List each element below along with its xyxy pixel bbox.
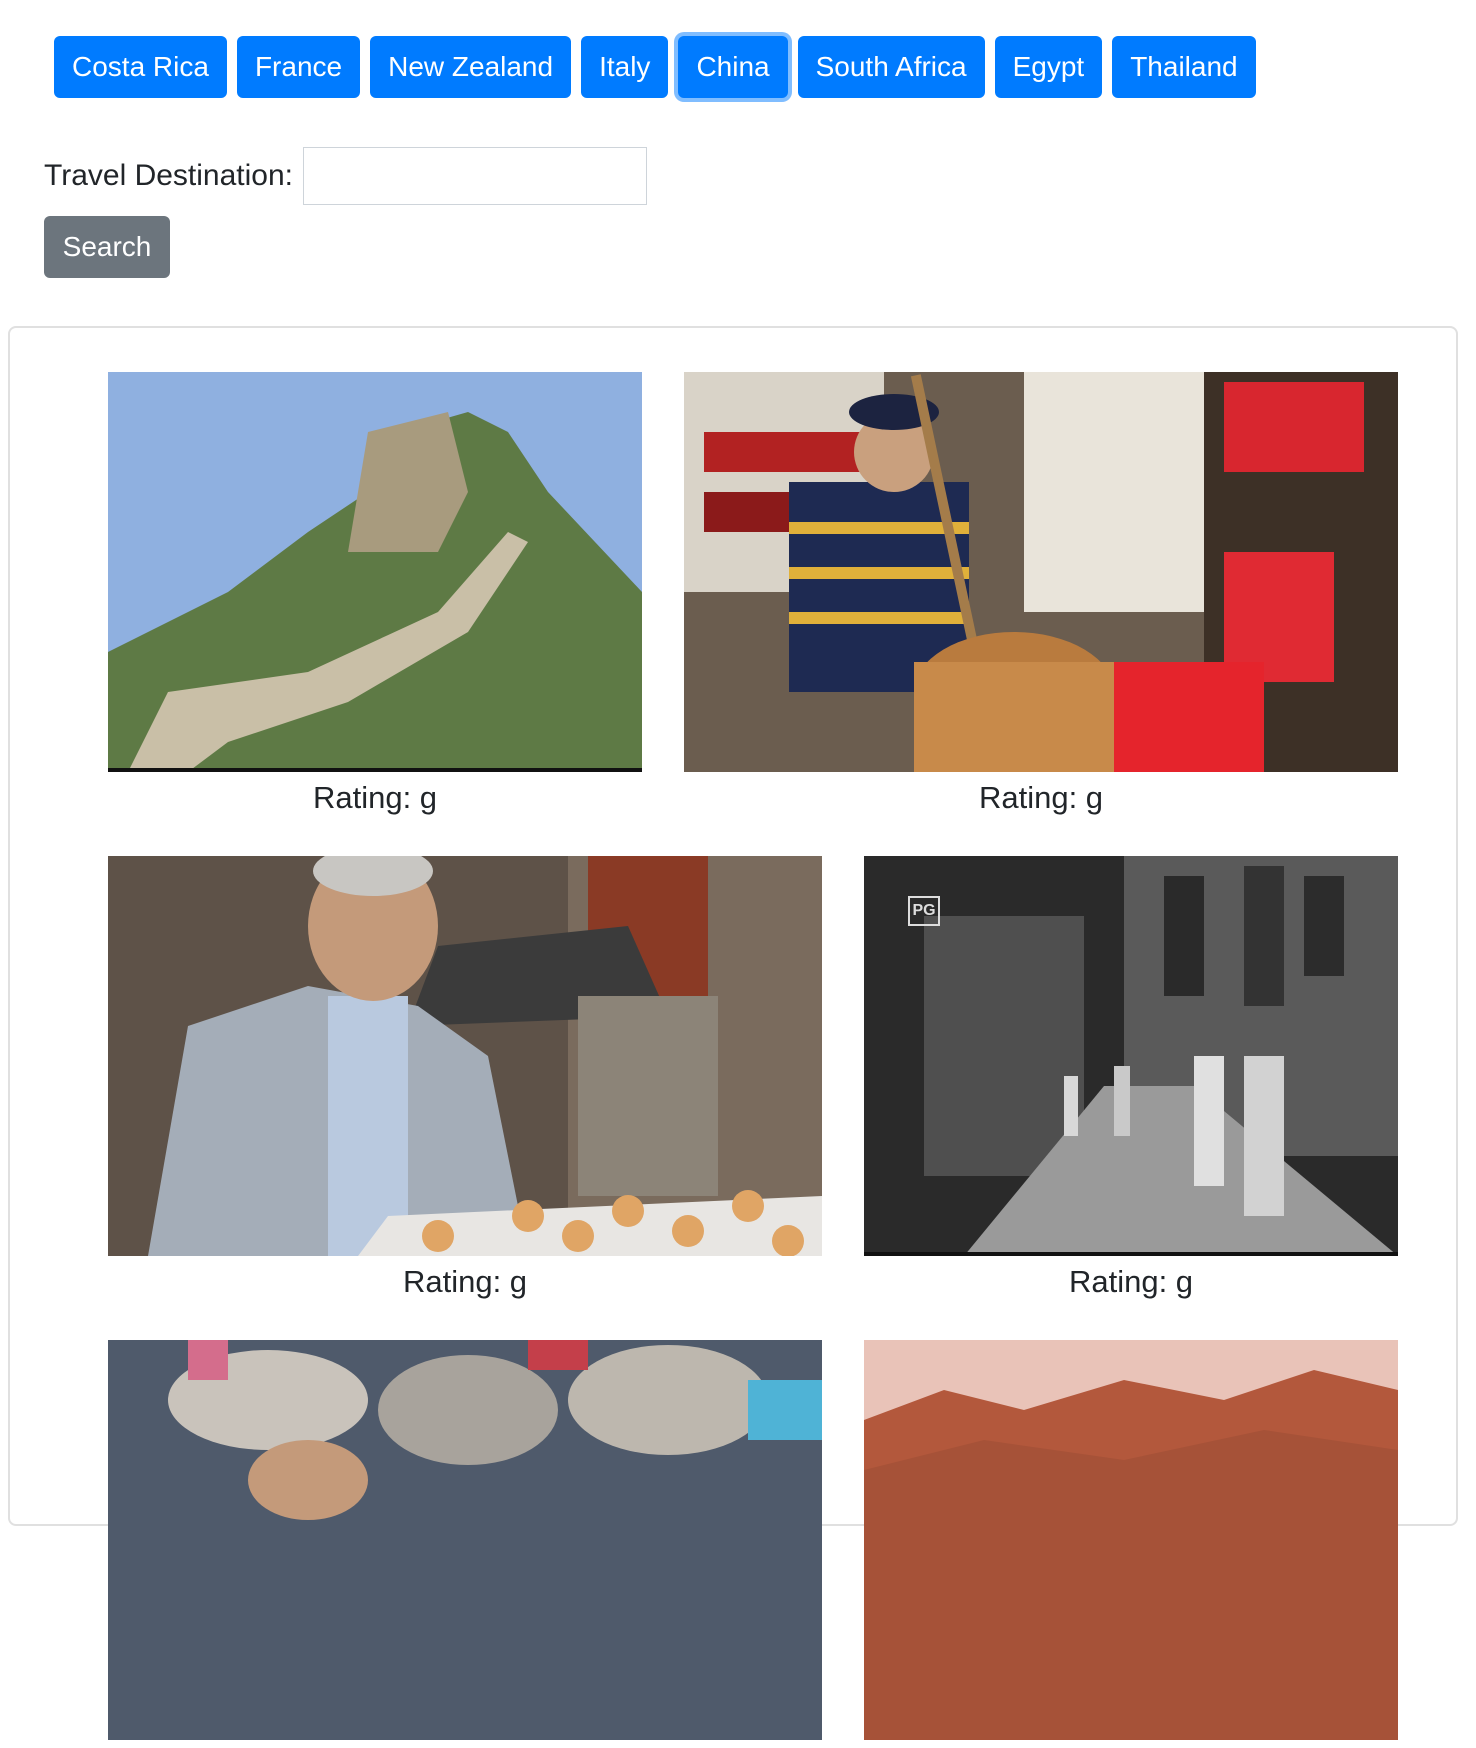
topic-button-south-africa[interactable]: South Africa [797, 36, 985, 98]
destination-button-row: Costa Rica France New Zealand Italy Chin… [54, 36, 1256, 98]
rating-label: Rating: g [312, 780, 438, 815]
gif-image-silver-headdresses[interactable] [108, 1340, 822, 1740]
topic-button-costa-rica[interactable]: Costa Rica [54, 36, 227, 98]
gif-result[interactable]: Rating: g [684, 372, 1398, 816]
topic-button-egypt[interactable]: Egypt [994, 36, 1103, 98]
topic-button-new-zealand[interactable]: New Zealand [370, 36, 572, 98]
search-label: Travel Destination: [44, 159, 293, 192]
rating-label: Rating: g [402, 1264, 528, 1299]
topic-button-france[interactable]: France [236, 36, 361, 98]
gif-image-street-vendor[interactable] [684, 372, 1398, 772]
gif-result[interactable] [108, 1340, 822, 1748]
gif-image-old-street-bw[interactable]: PG [864, 856, 1398, 1256]
rating-label: Rating: g [1068, 1264, 1194, 1299]
rating-label: Rating: g [978, 780, 1104, 815]
pg-rating-badge: PG [908, 896, 940, 926]
gif-result[interactable]: Rating: g [108, 856, 822, 1300]
gif-image-great-wall[interactable] [108, 372, 642, 772]
search-form: Travel Destination: Search [44, 146, 647, 278]
destination-input[interactable] [303, 147, 647, 205]
results-card: Rating: g Rating: g Rating: g PG Rating:… [8, 326, 1458, 1740]
search-button[interactable]: Search [44, 216, 170, 278]
gif-result[interactable]: PG Rating: g [864, 856, 1398, 1300]
topic-button-china[interactable]: China [678, 36, 788, 98]
gif-result[interactable]: Rating: g [108, 372, 642, 816]
topic-button-thailand[interactable]: Thailand [1112, 36, 1256, 98]
gif-result[interactable] [864, 1340, 1398, 1748]
gif-image-old-man-chess[interactable] [108, 856, 822, 1256]
topic-button-italy[interactable]: Italy [581, 36, 669, 98]
gif-image-mountains[interactable] [864, 1340, 1398, 1740]
